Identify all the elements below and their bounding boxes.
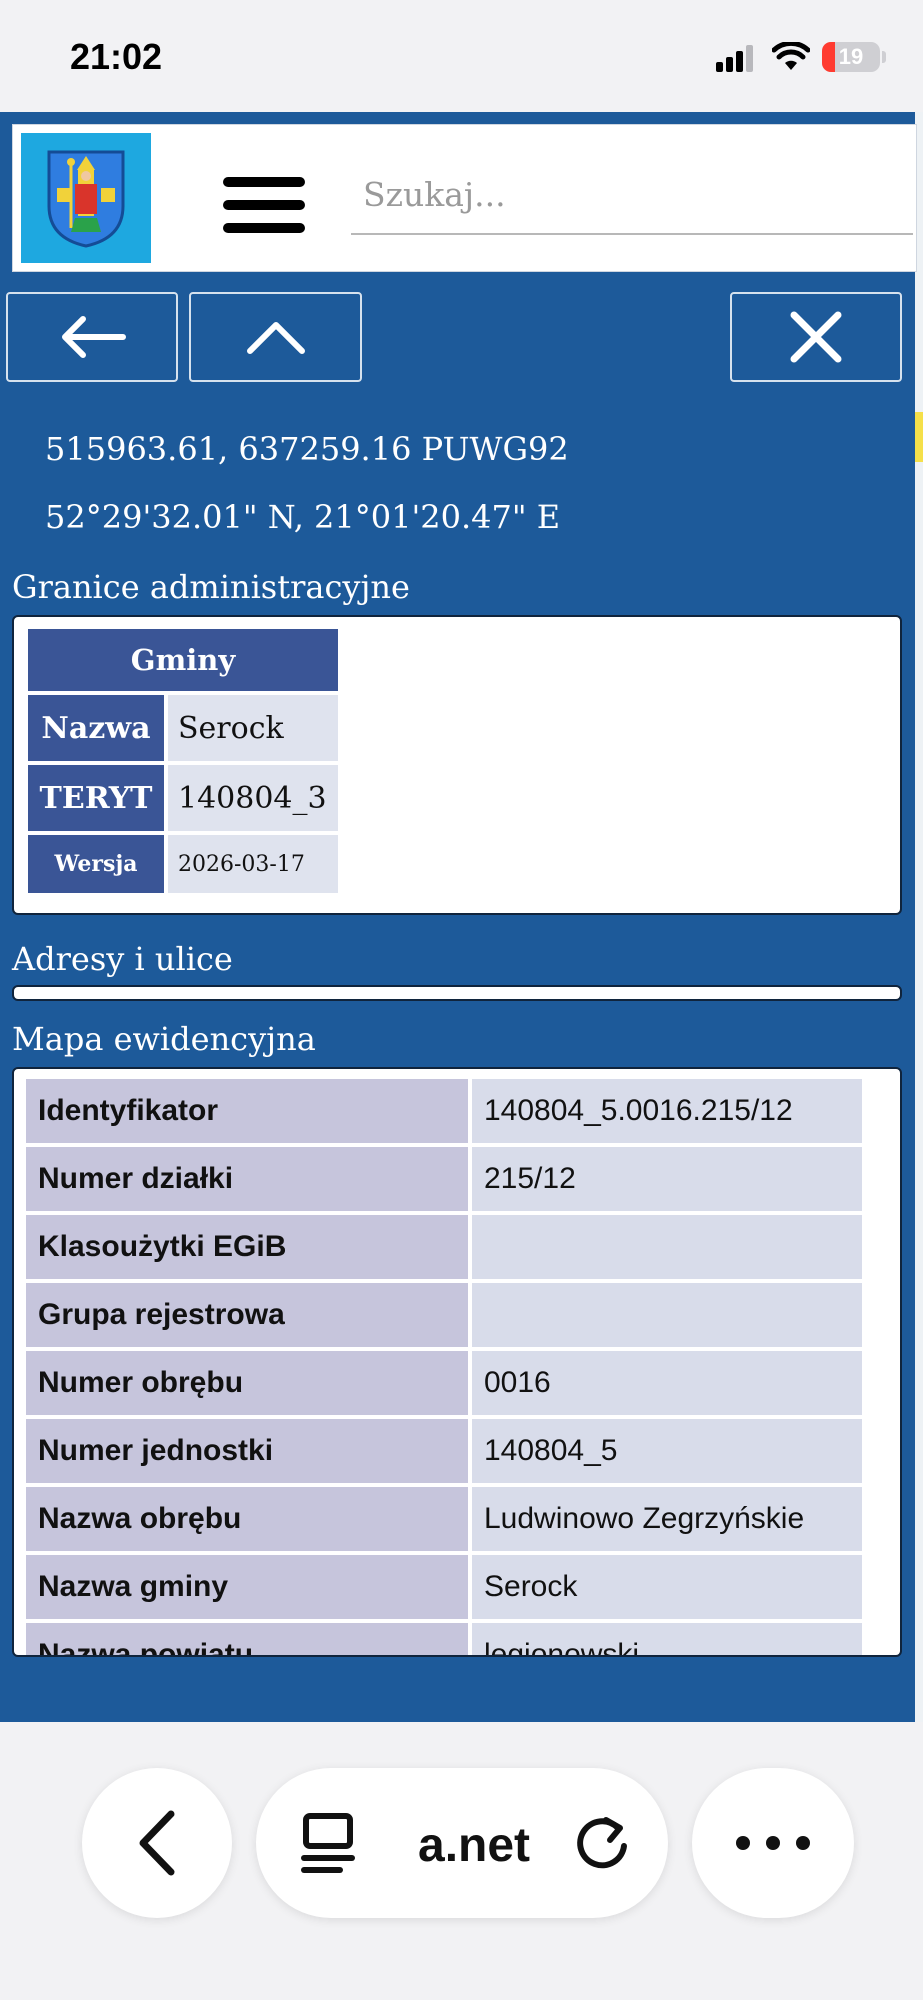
status-time: 21:02 <box>70 36 163 77</box>
mapa-key: Nazwa gminy <box>26 1555 468 1619</box>
mapa-key: Grupa rejestrowa <box>26 1283 468 1347</box>
more-options-button[interactable] <box>692 1768 854 1918</box>
mapa-key: Numer obrębu <box>26 1351 468 1415</box>
chevron-left-icon <box>139 1810 175 1876</box>
coat-of-arms-icon <box>47 150 125 248</box>
battery-level: 19 <box>838 44 864 69</box>
gminy-key-nazwa: Nazwa <box>28 695 164 761</box>
mapa-value: 0016 <box>472 1351 862 1415</box>
menu-hamburger-icon[interactable] <box>223 177 305 233</box>
mapa-key: Nazwa obrębu <box>26 1487 468 1551</box>
mapa-value: Ludwinowo Zegrzyńskie <box>472 1487 862 1551</box>
info-panel: 515963.61, 637259.16 PUWG92 52°29'32.01"… <box>0 112 923 1722</box>
mapa-value: 140804_5.0016.215/12 <box>472 1079 862 1143</box>
coat-of-arms-logo[interactable] <box>21 133 151 263</box>
battery-icon: 19 <box>822 42 880 72</box>
address-url[interactable]: a.net <box>418 1818 530 1873</box>
search-input[interactable] <box>351 155 913 235</box>
coordinates-puwg92: 515963.61, 637259.16 PUWG92 <box>45 430 569 468</box>
collapse-button[interactable] <box>189 292 362 382</box>
mapa-key: Nazwa powiatu <box>26 1623 468 1655</box>
mapa-value: 215/12 <box>472 1147 862 1211</box>
mapa-key: Numer działki <box>26 1147 468 1211</box>
mapa-value <box>472 1215 862 1279</box>
section-title-mapa: Mapa ewidencyjna <box>12 1020 316 1058</box>
top-bar <box>12 124 917 272</box>
mapa-value: Serock <box>472 1555 862 1619</box>
gminy-value-nazwa: Serock <box>168 695 338 761</box>
mapa-value <box>472 1283 862 1347</box>
back-button[interactable] <box>6 292 178 382</box>
arrow-left-icon <box>62 316 126 358</box>
mapa-key: Klasoużytki EGiB <box>26 1215 468 1279</box>
adresy-section <box>12 985 902 1001</box>
gminy-value-teryt: 140804_3 <box>168 765 338 831</box>
gminy-key-teryt: TERYT <box>28 765 164 831</box>
mapa-key: Identyfikator <box>26 1079 468 1143</box>
section-title-adresy: Adresy i ulice <box>12 940 233 978</box>
granice-section: Gminy Nazwa Serock TERYT 140804_3 Wersja… <box>12 615 902 915</box>
chevron-up-icon <box>246 322 305 354</box>
mapa-section: Identyfikator 140804_5.0016.215/12 Numer… <box>12 1067 902 1657</box>
page-menu-icon[interactable] <box>300 1812 356 1874</box>
mapa-value: legionowski <box>472 1623 862 1655</box>
close-icon <box>790 311 842 363</box>
mapa-key: Numer jednostki <box>26 1419 468 1483</box>
gminy-header: Gminy <box>28 629 338 691</box>
status-bar: 21:02 19 <box>0 0 923 112</box>
wifi-icon <box>772 42 810 70</box>
mapa-value: 140804_5 <box>472 1419 862 1483</box>
close-button[interactable] <box>730 292 902 382</box>
reload-icon[interactable] <box>572 1812 632 1874</box>
cellular-signal-icon <box>716 44 756 72</box>
browser-back-button[interactable] <box>82 1768 232 1918</box>
gminy-value-wersja: 2026-03-17 <box>168 835 338 893</box>
gminy-key-wersja: Wersja <box>28 835 164 893</box>
section-title-granice: Granice administracyjne <box>12 568 410 606</box>
more-dots-icon <box>736 1836 810 1850</box>
coordinates-wgs84: 52°29'32.01" N, 21°01'20.47" E <box>45 498 561 536</box>
map-edge <box>915 112 923 1722</box>
